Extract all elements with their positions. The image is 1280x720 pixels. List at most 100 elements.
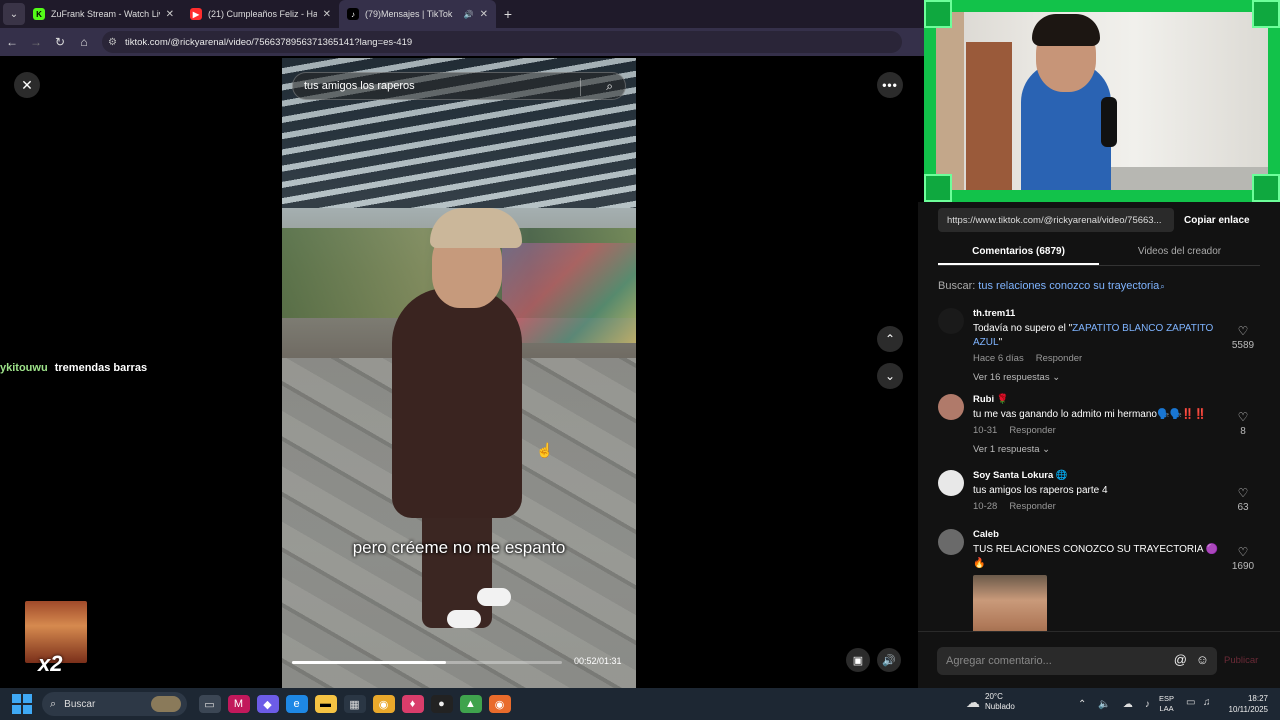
like-button[interactable]: ♡ 63 (1226, 486, 1260, 513)
stream-chat-message: ykitouwu tremendas barras (0, 362, 147, 374)
tab-creator-videos[interactable]: Videos del creador (1099, 242, 1260, 265)
picture-in-picture-button[interactable]: ▣ (846, 648, 870, 672)
microphone-icon[interactable]: ♪ (1145, 699, 1150, 710)
like-count: 5589 (1231, 340, 1255, 351)
lang-line-2: LAA (1159, 704, 1174, 713)
weather-widget[interactable]: ☁ 20°C Nublado (966, 692, 1015, 712)
copilot-icon[interactable]: ◆ (256, 695, 279, 713)
heart-icon[interactable]: ♡ (1226, 486, 1260, 500)
forward-button[interactable]: → (24, 35, 48, 49)
chevron-up-icon[interactable]: ⌃ (1078, 699, 1086, 710)
chrome-profile-icon[interactable]: ◉ (488, 695, 511, 713)
url-input[interactable]: ⚙ tiktok.com/@rickyarenal/video/75663789… (102, 31, 902, 53)
tab-search-button[interactable]: ⌄ (3, 3, 25, 25)
share-link-row: https://www.tiktok.com/@rickyarenal/vide… (938, 208, 1260, 232)
speaker-icon[interactable]: 🔊 (464, 10, 474, 19)
tab-close-icon[interactable]: ✕ (323, 9, 331, 20)
webcam-frame-corner (924, 0, 952, 28)
clock-date: 10/11/2025 (1228, 705, 1268, 714)
back-button[interactable]: ← (0, 35, 24, 49)
heart-icon[interactable]: ♡ (1226, 410, 1260, 424)
panel-tabs: Comentarios (6879) Videos del creador (938, 242, 1260, 266)
comment-input[interactable]: Agregar comentario... @ ☺ (937, 647, 1217, 675)
home-button[interactable]: ⌂ (72, 35, 96, 49)
avatar[interactable] (938, 529, 964, 555)
comment-author[interactable]: th.trem11 (973, 308, 1228, 319)
reply-button[interactable]: Responder (1009, 425, 1055, 436)
streamer-webcam (924, 0, 1280, 202)
comments-search-hint: Buscar: tus relaciones conozco su trayect… (938, 280, 1165, 292)
close-video-button[interactable]: ✕ (14, 72, 40, 98)
windows-start-icon[interactable] (12, 694, 32, 714)
youtube-favicon-icon: ▶ (190, 8, 202, 20)
like-button[interactable]: ♡ 8 (1226, 410, 1260, 437)
avatar[interactable] (938, 470, 964, 496)
heart-icon[interactable]: ♡ (1226, 324, 1260, 338)
taskbar-search[interactable]: ⌕ Buscar (42, 692, 187, 716)
reply-button[interactable]: Responder (1036, 353, 1082, 364)
search-term-link[interactable]: tus relaciones conozco su trayectoria (978, 280, 1159, 292)
view-replies-button[interactable]: Ver 16 respuestas ⌄ (973, 372, 1228, 383)
previous-video-button[interactable]: ⌃ (877, 326, 903, 352)
obs-icon[interactable]: ● (430, 695, 453, 713)
avatar[interactable] (938, 394, 964, 420)
input-language-indicator[interactable]: ESP LAA (1159, 694, 1174, 714)
like-button[interactable]: ♡ 5589 (1226, 324, 1260, 351)
mega-app-icon[interactable]: M (227, 695, 250, 713)
file-explorer-icon[interactable]: ▬ (314, 695, 337, 713)
webcam-feed (936, 12, 1268, 190)
network-icon[interactable]: ▭ (1186, 697, 1195, 708)
comment-meta: 10-28 Responder (973, 501, 1228, 512)
like-count: 63 (1237, 502, 1249, 513)
new-tab-button[interactable]: + (496, 6, 520, 22)
reply-button[interactable]: Responder (1009, 501, 1055, 512)
next-video-button[interactable]: ⌄ (877, 363, 903, 389)
search-icon[interactable]: ⌕ (606, 79, 613, 94)
copy-link-button[interactable]: Copiar enlace (1184, 215, 1250, 226)
clock-time: 18:27 (1247, 694, 1268, 703)
store-icon[interactable]: ▦ (343, 695, 366, 713)
address-bar-row: ← → ↻ ⌂ ⚙ tiktok.com/@rickyarenal/video/… (0, 28, 924, 56)
heart-icon[interactable]: ♡ (1226, 545, 1260, 559)
comment-author[interactable]: Soy Santa Lokura 🌐 (973, 470, 1228, 481)
view-replies-button[interactable]: Ver 1 respuesta ⌄ (973, 444, 1228, 455)
browser-tab-zufrank[interactable]: K ZuFrank Stream - Watch Live on ✕ (25, 0, 182, 28)
comments-panel: https://www.tiktok.com/@rickyarenal/vide… (918, 202, 1280, 688)
share-link-field[interactable]: https://www.tiktok.com/@rickyarenal/vide… (938, 208, 1174, 232)
browser-tab-tiktok[interactable]: ♪ (79)Mensajes | TikTok 🔊 ✕ (339, 0, 496, 28)
comment-author[interactable]: Caleb (973, 529, 1228, 540)
game-app-icon[interactable]: ♦ (401, 695, 424, 713)
speaker-icon[interactable]: ♫ (1203, 697, 1211, 708)
like-button[interactable]: ♡ 1690 (1226, 545, 1260, 572)
mention-icon[interactable]: @ (1174, 652, 1187, 667)
emoji-icon[interactable]: ☺ (1196, 652, 1209, 667)
edge-browser-icon[interactable]: e (285, 695, 308, 713)
post-comment-button[interactable]: Publicar (1224, 655, 1258, 666)
task-view-icon[interactable]: ▭ (198, 695, 221, 713)
webcam-desk (1086, 167, 1268, 190)
microphone-icon (1101, 97, 1117, 147)
tab-close-icon[interactable]: ✕ (480, 9, 488, 20)
video-scene-graffiti (502, 243, 636, 343)
search-prefix: Buscar: (938, 280, 976, 292)
tab-comments[interactable]: Comentarios (6879) (938, 242, 1099, 265)
comment-author[interactable]: Rubi 🌹 (973, 394, 1228, 405)
volume-icon[interactable]: 🔈 (1098, 699, 1110, 710)
comment-input-placeholder: Agregar comentario... (946, 655, 1052, 667)
tab-close-icon[interactable]: ✕ (166, 9, 174, 20)
system-clock[interactable]: 18:27 10/11/2025 (1224, 693, 1268, 715)
site-settings-icon[interactable]: ⚙ (108, 37, 117, 48)
more-options-button[interactable]: ••• (877, 72, 903, 98)
onedrive-icon[interactable]: ☁ (1123, 699, 1133, 710)
reload-button[interactable]: ↻ (48, 35, 72, 49)
android-app-icon[interactable]: ▲ (459, 695, 482, 713)
volume-button[interactable]: 🔊 (877, 648, 901, 672)
video-progress-bar[interactable] (292, 661, 562, 664)
avatar[interactable] (938, 308, 964, 334)
chrome-icon[interactable]: ◉ (372, 695, 395, 713)
webcam-door (936, 12, 964, 190)
video-search-bar[interactable]: tus amigos los raperos ⌕ (292, 72, 626, 100)
video-player[interactable]: tus amigos los raperos ⌕ ☝ pero créeme n… (282, 58, 636, 688)
browser-tab-youtube[interactable]: ▶ (21) Cumpleaños Feliz - Happy ✕ (182, 0, 339, 28)
tab-title: (79)Mensajes | TikTok (365, 9, 453, 19)
